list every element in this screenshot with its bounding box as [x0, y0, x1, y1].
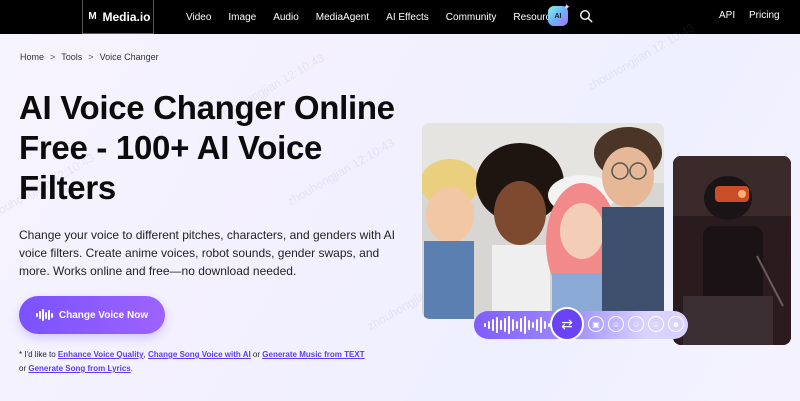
robot-icon: ▣ — [588, 316, 604, 332]
link-enhance-voice-quality[interactable]: Enhance Voice Quality — [58, 350, 144, 359]
footnote-suffix: . — [130, 364, 133, 373]
nav-link-image[interactable]: Image — [228, 12, 256, 23]
nav-link-pricing[interactable]: Pricing — [749, 10, 780, 21]
search-icon[interactable] — [579, 9, 593, 23]
page-title: AI Voice Changer Online Free - 100+ AI V… — [19, 89, 395, 206]
vr-photo-illustration — [673, 156, 791, 345]
ai-badge-label: AI — [554, 12, 562, 20]
logo[interactable]: M Media.io — [82, 0, 154, 34]
top-navbar: M Media.io Video Image Audio MediaAgent … — [0, 0, 800, 34]
breadcrumb-current: Voice Changer — [99, 52, 159, 62]
hero-side-photo — [673, 156, 791, 345]
boy-icon: ☺ — [648, 316, 664, 332]
swap-arrows-icon: ⇄ — [550, 307, 584, 341]
logo-text: Media.io — [102, 9, 151, 24]
nav-link-api[interactable]: API — [719, 10, 735, 21]
sparkle-icon: ✦ — [563, 2, 571, 12]
link-generate-music-from-text[interactable]: Generate Music from TEXT — [262, 350, 364, 359]
nav-link-audio[interactable]: Audio — [273, 12, 299, 23]
footnote-prefix: * I'd like to — [19, 350, 56, 359]
breadcrumb: Home > Tools > Voice Changer — [20, 52, 159, 62]
man-icon: ☻ — [668, 316, 684, 332]
sound-wave-icon — [35, 309, 53, 321]
footnote-or: or — [252, 350, 261, 359]
cta-label: Change Voice Now — [58, 309, 149, 321]
girl-icon: ☺ — [628, 316, 644, 332]
footnote-or: or — [19, 364, 27, 373]
nav-links: Video Image Audio MediaAgent AI Effects … — [186, 0, 578, 34]
breadcrumb-separator: > — [50, 52, 56, 62]
footnote: * I'd like to Enhance Voice Quality, Cha… — [19, 348, 419, 376]
nav-link-video[interactable]: Video — [186, 12, 211, 23]
hero-group-photo — [422, 123, 664, 319]
voice-filter-icons: ▣ ☺ ☺ ☺ ☻ — [588, 316, 684, 332]
logo-mark-icon: M — [88, 11, 96, 22]
link-generate-song-from-lyrics[interactable]: Generate Song from Lyrics — [28, 364, 130, 373]
baby-icon: ☺ — [608, 316, 624, 332]
breadcrumb-tools[interactable]: Tools — [61, 52, 82, 62]
link-change-song-voice[interactable]: Change Song Voice with AI — [148, 350, 251, 359]
breadcrumb-separator: > — [88, 52, 94, 62]
nav-link-mediaagent[interactable]: MediaAgent — [316, 12, 369, 23]
group-photo-illustration — [422, 123, 664, 319]
breadcrumb-home[interactable]: Home — [20, 52, 44, 62]
nav-link-ai-effects[interactable]: AI Effects — [386, 12, 429, 23]
change-voice-now-button[interactable]: Change Voice Now — [19, 296, 165, 334]
nav-link-community[interactable]: Community — [446, 12, 497, 23]
sound-wave-icon — [484, 315, 550, 335]
hero-description: Change your voice to different pitches, … — [19, 228, 395, 278]
footnote-comma: , — [143, 350, 146, 359]
